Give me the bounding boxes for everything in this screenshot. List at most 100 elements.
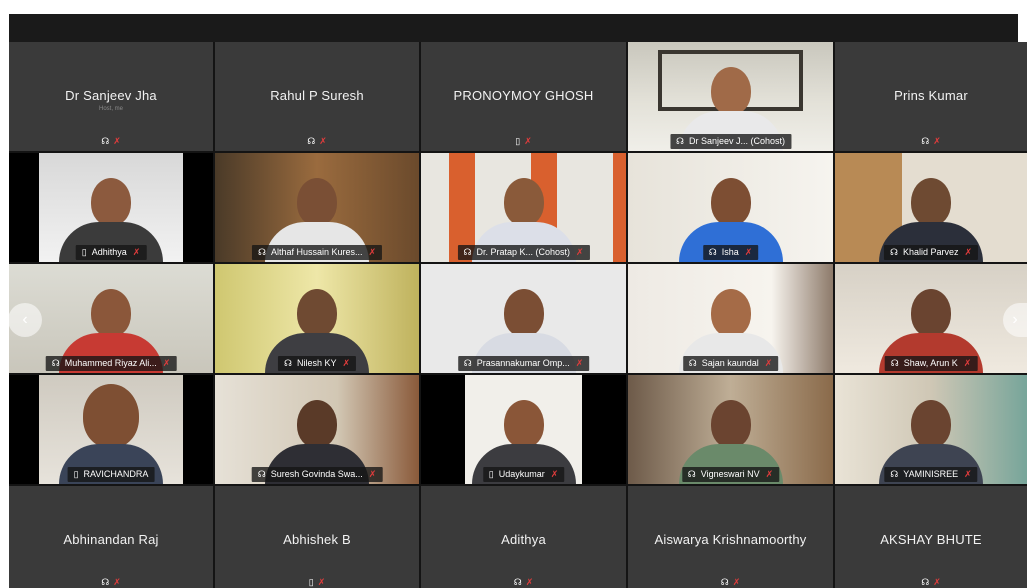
participant-name: Sajan kaundal xyxy=(701,358,759,368)
mic-muted-icon: ✗ xyxy=(964,247,973,257)
headphones-icon: ☊ xyxy=(708,247,717,257)
participant-tile[interactable]: ☊ Isha ✗ xyxy=(628,153,833,262)
headphones-icon: ☊ xyxy=(688,358,697,368)
phone-icon: ▯ xyxy=(488,469,494,479)
participant-name: RAVICHANDRA xyxy=(83,469,149,479)
participant-name: YAMINISREE xyxy=(903,469,959,479)
headphones-icon: ☊ xyxy=(283,358,292,368)
previous-page-button[interactable]: ‹ xyxy=(8,303,42,337)
mic-muted-icon: ✗ xyxy=(113,136,121,146)
mic-muted-icon: ✗ xyxy=(576,247,584,257)
headphones-icon: ☊ xyxy=(463,358,472,368)
headphones-icon: ☊ xyxy=(687,469,696,479)
participant-tile-active-speaker[interactable]: ▯ RAVICHANDRA xyxy=(9,375,213,484)
participant-tile-active-speaker[interactable]: ☊ Dr Sanjeev J... (Cohost) xyxy=(628,42,833,151)
participant-name: Althaf Hussain Kures... xyxy=(270,247,363,257)
headphones-icon: ☊ xyxy=(720,577,729,587)
participant-tile[interactable]: ☊ Sajan kaundal ✗ xyxy=(628,264,833,373)
participant-name: PRONOYMOY GHOSH xyxy=(453,88,594,103)
mic-muted-icon: ✗ xyxy=(933,136,941,146)
chevron-left-icon: ‹ xyxy=(22,311,28,328)
participant-name: Aiswarya Krishnamoorthy xyxy=(654,532,807,547)
participant-name: Prins Kumar xyxy=(894,88,968,103)
participant-tile[interactable]: ☊ Nilesh KY ✗ xyxy=(215,264,419,373)
mic-muted-icon: ✗ xyxy=(368,247,377,257)
mic-muted-icon: ✗ xyxy=(317,577,326,587)
participant-name: Shaw, Arun K xyxy=(903,358,958,368)
headphones-icon: ☊ xyxy=(257,247,266,257)
phone-icon: ▯ xyxy=(73,469,79,479)
participant-name: Abhishek B xyxy=(283,532,351,547)
headphones-icon: ☊ xyxy=(890,469,899,479)
mic-muted-icon: ✗ xyxy=(525,577,534,587)
meeting-top-bar xyxy=(9,14,1018,42)
participant-name: Vigneswari NV xyxy=(700,469,760,479)
participant-name: Muhammed Riyaz Ali... xyxy=(64,358,157,368)
headphones-icon: ☊ xyxy=(51,358,60,368)
mic-muted-icon: ✗ xyxy=(964,469,972,479)
participant-name: Dr Sanjeev J... (Cohost) xyxy=(688,136,786,146)
participant-tile[interactable]: ☊ Suresh Govinda Swa... ✗ xyxy=(215,375,419,484)
participant-name: Prasannakumar Omp... xyxy=(476,358,570,368)
participant-tile[interactable]: Prins Kumar ☊ ✗ xyxy=(835,42,1027,151)
mic-muted-icon: ✗ xyxy=(764,358,773,368)
participant-name: Rahul P Suresh xyxy=(270,88,364,103)
headphones-icon: ☊ xyxy=(889,247,898,257)
participant-name: Suresh Govinda Swa... xyxy=(270,469,363,479)
headphones-icon: ☊ xyxy=(307,136,316,146)
mic-muted-icon: ✗ xyxy=(113,577,121,587)
participant-tile[interactable]: Abhinandan Raj ☊ ✗ xyxy=(9,486,213,588)
participant-tile[interactable]: ☊ Vigneswari NV ✗ xyxy=(628,375,833,484)
participant-tile[interactable]: ▯ Adhithya ✗ xyxy=(9,153,213,262)
headphones-icon: ☊ xyxy=(513,577,522,587)
chevron-right-icon: › xyxy=(1012,311,1018,328)
mic-muted-icon: ✗ xyxy=(963,358,972,368)
mic-muted-icon: ✗ xyxy=(765,469,774,479)
participant-name: Adithya xyxy=(501,532,546,547)
participant-name: Khalid Parvez xyxy=(902,247,959,257)
participant-name: Abhinandan Raj xyxy=(63,532,159,547)
participant-tile[interactable]: ☊ Shaw, Arun K ✗ xyxy=(835,264,1027,373)
participant-tile[interactable]: AKSHAY BHUTE ☊ ✗ xyxy=(835,486,1027,588)
participant-tile[interactable]: ▯ Udaykumar ✗ xyxy=(421,375,626,484)
phone-icon: ▯ xyxy=(81,247,87,257)
participant-tile[interactable]: ☊ Dr. Pratap K... (Cohost) ✗ xyxy=(421,153,626,262)
headphones-icon: ☊ xyxy=(257,469,266,479)
headphones-icon: ☊ xyxy=(921,577,930,587)
mic-muted-icon: ✗ xyxy=(550,469,559,479)
participant-role: Host, me xyxy=(98,106,123,112)
participant-tile[interactable]: ☊ Althaf Hussain Kures... ✗ xyxy=(215,153,419,262)
headphones-icon: ☊ xyxy=(675,136,684,146)
participant-tile[interactable]: Adithya ☊ ✗ xyxy=(421,486,626,588)
participant-name: Isha xyxy=(721,247,739,257)
headphones-icon: ☊ xyxy=(890,358,899,368)
participant-name: Dr. Pratap K... (Cohost) xyxy=(476,247,570,257)
mic-muted-icon: ✗ xyxy=(524,136,532,146)
participant-tile[interactable]: ☊ YAMINISREE ✗ xyxy=(835,375,1027,484)
mic-muted-icon: ✗ xyxy=(732,577,741,587)
mic-muted-icon: ✗ xyxy=(319,136,327,146)
participant-tile[interactable]: Dr Sanjeev Jha Host, me ☊ ✗ xyxy=(9,42,213,151)
phone-icon: ▯ xyxy=(515,136,521,146)
participant-name: AKSHAY BHUTE xyxy=(880,532,982,547)
participant-name: Adhithya xyxy=(91,247,127,257)
participant-tile[interactable]: ☊ Khalid Parvez ✗ xyxy=(835,153,1027,262)
headphones-icon: ☊ xyxy=(921,136,930,146)
mic-muted-icon: ✗ xyxy=(342,358,351,368)
headphones-icon: ☊ xyxy=(101,577,110,587)
mic-muted-icon: ✗ xyxy=(162,358,171,368)
participant-tile[interactable]: ☊ Prasannakumar Omp... ✗ xyxy=(421,264,626,373)
mic-muted-icon: ✗ xyxy=(744,247,753,257)
headphones-icon: ☊ xyxy=(463,247,472,257)
participant-tile[interactable]: Rahul P Suresh ☊ ✗ xyxy=(215,42,419,151)
participant-tile[interactable]: Abhishek B ▯ ✗ xyxy=(215,486,419,588)
participant-tile[interactable]: Aiswarya Krishnamoorthy ☊ ✗ xyxy=(628,486,833,588)
mic-muted-icon: ✗ xyxy=(132,247,141,257)
headphones-icon: ☊ xyxy=(101,136,110,146)
participant-name: Dr Sanjeev Jha xyxy=(65,88,157,103)
phone-icon: ▯ xyxy=(308,577,314,587)
participant-name: Nilesh KY xyxy=(296,358,337,368)
gallery-grid: Dr Sanjeev Jha Host, me ☊ ✗ Rahul P Sures… xyxy=(9,42,1027,588)
mic-muted-icon: ✗ xyxy=(575,358,584,368)
participant-tile[interactable]: PRONOYMOY GHOSH ▯ ✗ xyxy=(421,42,626,151)
